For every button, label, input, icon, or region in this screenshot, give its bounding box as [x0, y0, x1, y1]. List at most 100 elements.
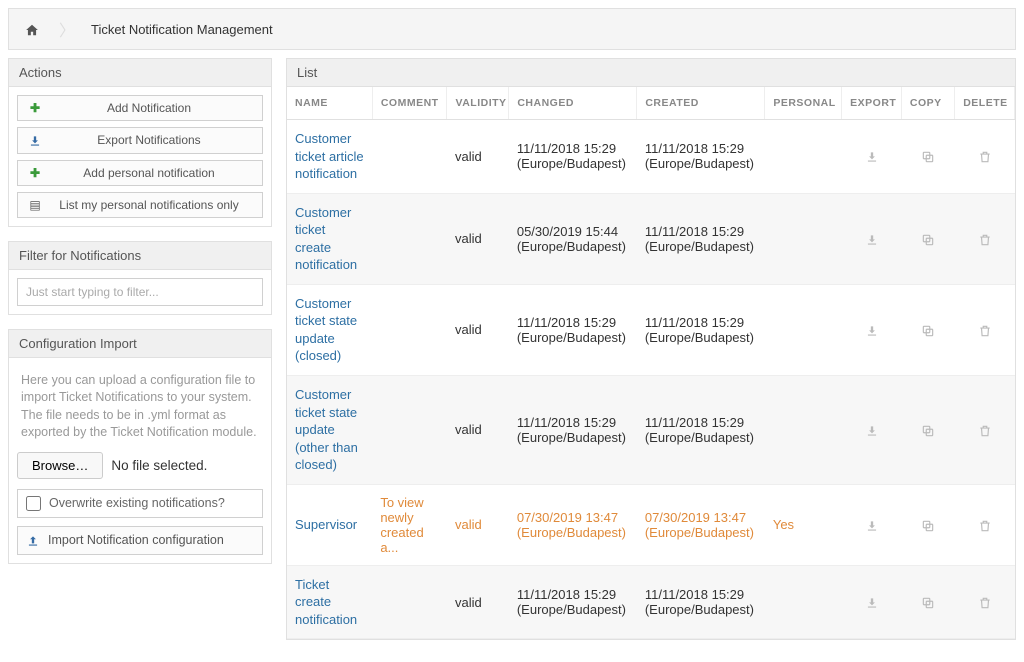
export-icon[interactable]	[865, 149, 879, 164]
actions-header: Actions	[9, 59, 271, 87]
col-comment[interactable]: COMMENT	[372, 87, 447, 120]
comment-cell: To view newly created a...	[372, 484, 447, 565]
table-row: Customer ticket state update (other than…	[287, 376, 1015, 485]
changed-cell: 11/11/2018 15:29 (Europe/Budapest)	[509, 120, 637, 194]
table-row: Customer ticket article notification vali…	[287, 120, 1015, 194]
comment-cell	[372, 120, 447, 194]
validity-cell: valid	[447, 120, 509, 194]
trash-icon[interactable]	[978, 149, 992, 164]
notification-name-link[interactable]: Customer ticket state update (other than…	[295, 386, 364, 474]
trash-icon[interactable]	[978, 594, 992, 609]
list-icon: ▤	[26, 198, 44, 212]
trash-icon[interactable]	[978, 322, 992, 337]
plus-icon: ✚	[26, 166, 44, 180]
col-validity[interactable]: VALIDITY	[447, 87, 509, 120]
changed-cell: 11/11/2018 15:29 (Europe/Budapest)	[509, 565, 637, 639]
validity-cell: valid	[447, 484, 509, 565]
personal-cell	[765, 376, 842, 485]
action-label: Export Notifications	[44, 133, 254, 147]
personal-cell	[765, 284, 842, 375]
copy-icon[interactable]	[921, 594, 935, 609]
table-row: Customer ticket state update (closed) val…	[287, 284, 1015, 375]
overwrite-label: Overwrite existing notifications?	[49, 496, 225, 510]
col-personal[interactable]: PERSONAL	[765, 87, 842, 120]
list-header: List	[287, 59, 1015, 87]
upload-icon	[26, 533, 40, 548]
home-icon[interactable]	[25, 21, 39, 37]
personal-cell: Yes	[765, 484, 842, 565]
export-icon[interactable]	[865, 594, 879, 609]
col-delete[interactable]: DELETE	[955, 87, 1015, 120]
validity-cell: valid	[447, 565, 509, 639]
notification-name-link[interactable]: Ticket create notification	[295, 576, 364, 629]
notification-name-link[interactable]: Customer ticket create notification	[295, 204, 364, 274]
import-config-button[interactable]: Import Notification configuration	[17, 526, 263, 555]
export-notifications-button[interactable]: Export Notifications	[17, 127, 263, 154]
export-icon[interactable]	[865, 322, 879, 337]
col-created[interactable]: CREATED	[637, 87, 765, 120]
personal-cell	[765, 565, 842, 639]
sidebar: Actions ✚ Add Notification Export Notifi…	[8, 58, 272, 654]
action-label: Add personal notification	[44, 166, 254, 180]
copy-icon[interactable]	[921, 422, 935, 437]
config-import-panel: Configuration Import Here you can upload…	[8, 329, 272, 564]
plus-icon: ✚	[26, 101, 44, 115]
comment-cell	[372, 376, 447, 485]
col-export[interactable]: EXPORT	[842, 87, 902, 120]
created-cell: 07/30/2019 13:47 (Europe/Budapest)	[637, 484, 765, 565]
copy-icon[interactable]	[921, 149, 935, 164]
page-title: Ticket Notification Management	[91, 22, 273, 37]
overwrite-checkbox[interactable]	[26, 496, 41, 511]
trash-icon[interactable]	[978, 517, 992, 532]
filter-input[interactable]	[17, 278, 263, 306]
changed-cell: 11/11/2018 15:29 (Europe/Budapest)	[509, 376, 637, 485]
export-icon[interactable]	[865, 231, 879, 246]
actions-panel: Actions ✚ Add Notification Export Notifi…	[8, 58, 272, 227]
table-row: Supervisor To view newly created a...vali…	[287, 484, 1015, 565]
notification-name-link[interactable]: Customer ticket article notification	[295, 130, 364, 183]
copy-icon[interactable]	[921, 322, 935, 337]
created-cell: 11/11/2018 15:29 (Europe/Budapest)	[637, 284, 765, 375]
filter-panel: Filter for Notifications	[8, 241, 272, 315]
trash-icon[interactable]	[978, 422, 992, 437]
created-cell: 11/11/2018 15:29 (Europe/Budapest)	[637, 120, 765, 194]
col-copy[interactable]: COPY	[901, 87, 954, 120]
filter-header: Filter for Notifications	[9, 242, 271, 270]
notification-name-link[interactable]: Customer ticket state update (closed)	[295, 295, 364, 365]
comment-cell	[372, 193, 447, 284]
comment-cell	[372, 284, 447, 375]
notifications-table: NAME COMMENT VALIDITY CHANGED CREATED PE…	[287, 87, 1015, 639]
comment-cell	[372, 565, 447, 639]
add-notification-button[interactable]: ✚ Add Notification	[17, 95, 263, 121]
personal-cell	[765, 120, 842, 194]
col-changed[interactable]: CHANGED	[509, 87, 637, 120]
copy-icon[interactable]	[921, 231, 935, 246]
list-personal-button[interactable]: ▤ List my personal notifications only	[17, 192, 263, 218]
col-name[interactable]: NAME	[287, 87, 372, 120]
list-panel: List NAME COMMENT VALIDITY CHANGED CREAT…	[286, 58, 1016, 640]
export-icon[interactable]	[865, 517, 879, 532]
no-file-label: No file selected.	[111, 458, 207, 473]
changed-cell: 07/30/2019 13:47 (Europe/Budapest)	[509, 484, 637, 565]
table-row: Customer ticket create notificationvalid…	[287, 193, 1015, 284]
import-label: Import Notification configuration	[48, 533, 224, 547]
browse-button[interactable]: Browse…	[17, 452, 103, 479]
copy-icon[interactable]	[921, 517, 935, 532]
chevron-right-icon: 〉	[59, 17, 75, 41]
notification-name-link[interactable]: Supervisor	[295, 516, 364, 534]
changed-cell: 05/30/2019 15:44 (Europe/Budapest)	[509, 193, 637, 284]
config-import-header: Configuration Import	[9, 330, 271, 358]
config-import-description: Here you can upload a configuration file…	[17, 366, 263, 452]
validity-cell: valid	[447, 284, 509, 375]
breadcrumb: 〉 Ticket Notification Management	[8, 8, 1016, 50]
created-cell: 11/11/2018 15:29 (Europe/Budapest)	[637, 193, 765, 284]
export-icon[interactable]	[865, 422, 879, 437]
trash-icon[interactable]	[978, 231, 992, 246]
action-label: Add Notification	[44, 101, 254, 115]
add-personal-notification-button[interactable]: ✚ Add personal notification	[17, 160, 263, 186]
action-label: List my personal notifications only	[44, 198, 254, 212]
changed-cell: 11/11/2018 15:29 (Europe/Budapest)	[509, 284, 637, 375]
overwrite-checkbox-row[interactable]: Overwrite existing notifications?	[17, 489, 263, 518]
content: List NAME COMMENT VALIDITY CHANGED CREAT…	[286, 58, 1016, 654]
table-row: Ticket create notification valid11/11/201…	[287, 565, 1015, 639]
